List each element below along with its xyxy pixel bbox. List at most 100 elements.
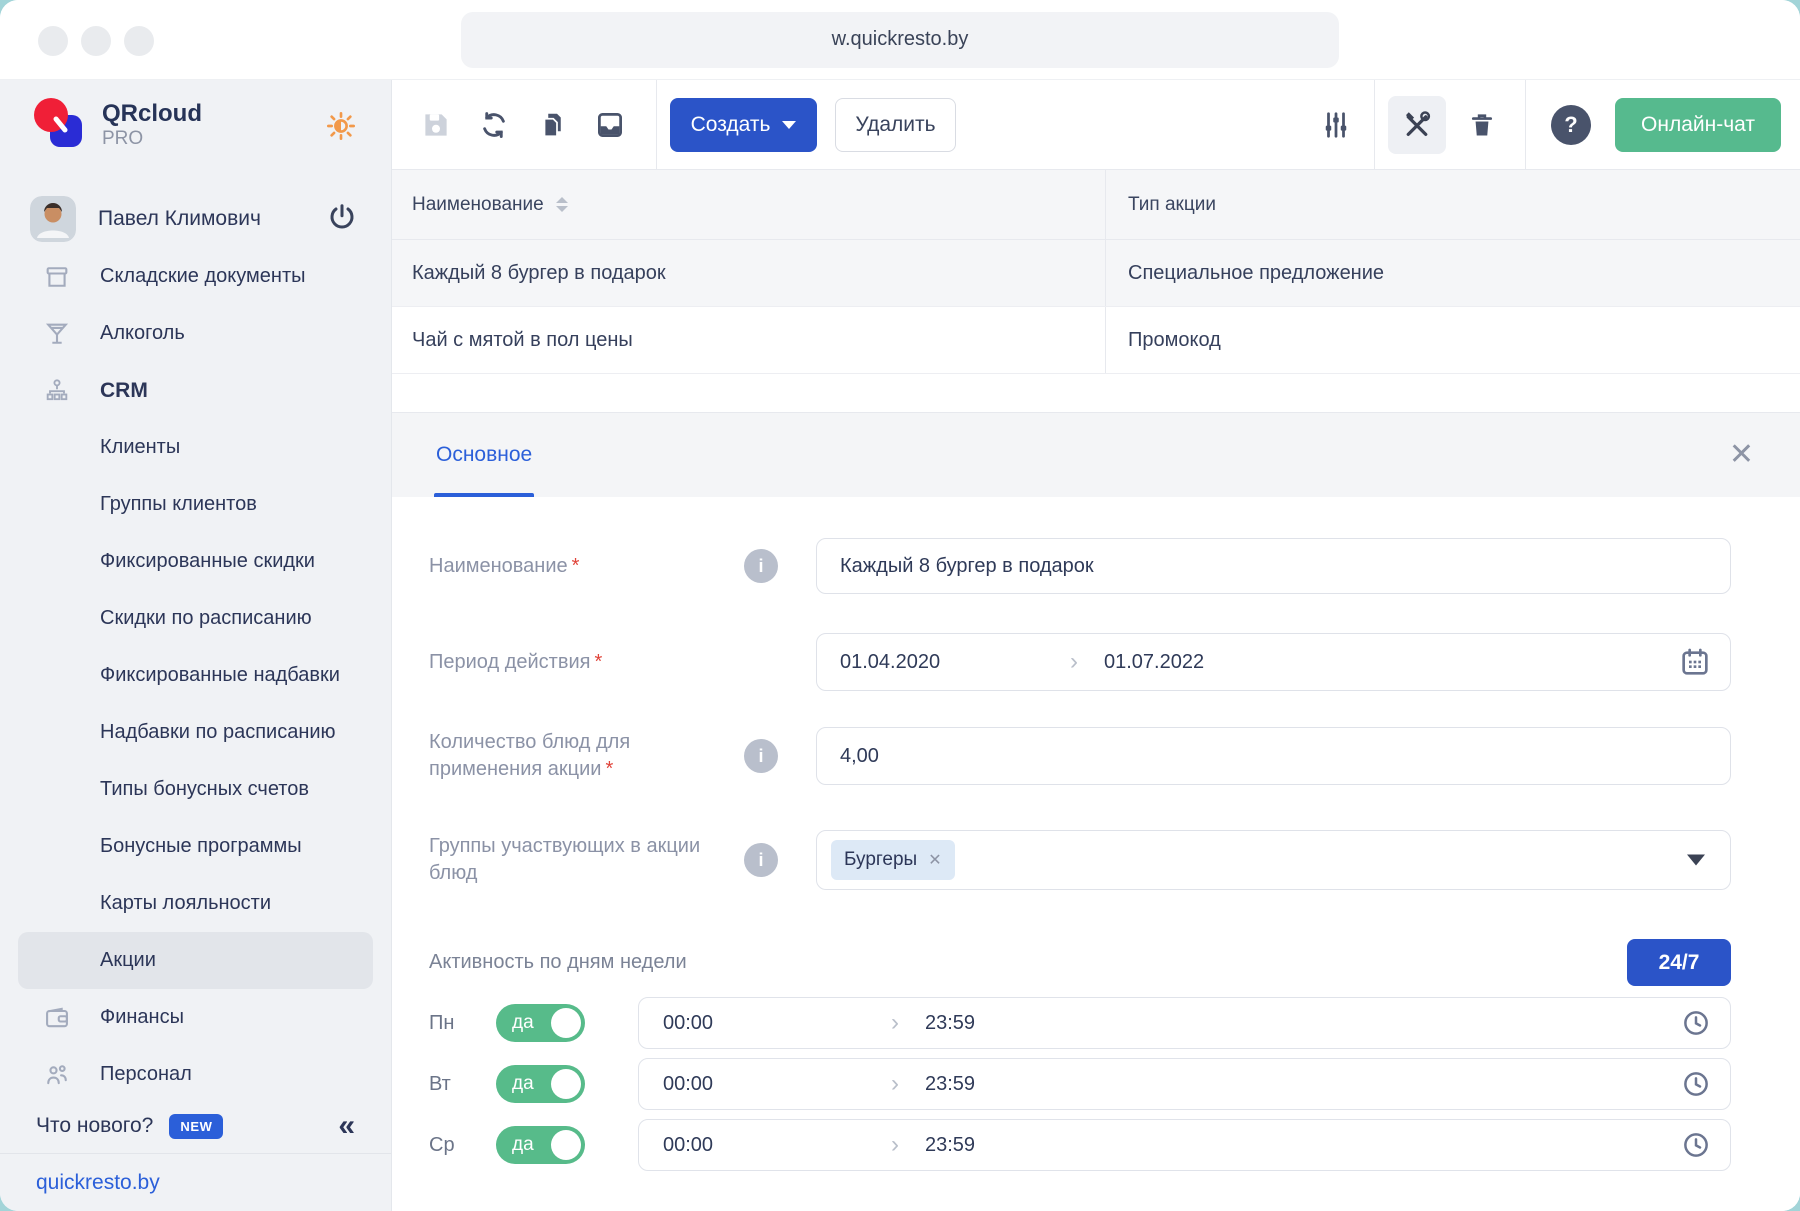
time-to[interactable]: 23:59 — [925, 1134, 975, 1157]
sidebar-item-finance[interactable]: Финансы — [0, 989, 391, 1046]
toggle-knob — [551, 1069, 581, 1099]
create-button[interactable]: Создать — [670, 98, 817, 152]
activity-section: Активность по дням недели 24/7 — [429, 939, 1731, 986]
column-header-name[interactable]: Наименование — [392, 170, 1105, 239]
info-icon[interactable]: i — [744, 549, 778, 583]
help-button[interactable]: ? — [1551, 105, 1591, 145]
chip-remove-icon[interactable]: ✕ — [928, 850, 941, 870]
sidebar-item-alcohol[interactable]: Алкоголь — [0, 305, 391, 362]
info-icon[interactable]: i — [744, 843, 778, 877]
sidebar-item-client-groups[interactable]: Группы клиентов — [0, 476, 391, 533]
address-url: w.quickresto.by — [832, 28, 969, 51]
window-controls[interactable] — [38, 26, 154, 56]
people-icon — [40, 1061, 74, 1089]
cell-type: Специальное предложение — [1128, 262, 1384, 285]
day-row-wednesday: Ср да 00:00 › 23:59 — [429, 1119, 1731, 1171]
trash-button[interactable] — [1453, 96, 1511, 154]
copy-icon — [537, 110, 567, 140]
sidebar-item-loyalty-cards[interactable]: Карты лояльности — [0, 875, 391, 932]
logout-power-icon[interactable] — [327, 202, 357, 237]
time-from[interactable]: 00:00 — [663, 1134, 891, 1157]
column-header-type[interactable]: Тип акции — [1105, 170, 1800, 239]
clock-icon[interactable] — [1681, 1069, 1711, 1099]
table-row[interactable]: Каждый 8 бургер в подарок Специальное пр… — [392, 240, 1800, 307]
qrcloud-logo-icon — [30, 95, 86, 156]
day-toggle[interactable]: да — [496, 1126, 585, 1164]
address-bar[interactable]: w.quickresto.by — [461, 12, 1339, 68]
window-maximize-button[interactable] — [124, 26, 154, 56]
brand-row: QRcloud PRO — [0, 80, 391, 170]
brightness-icon[interactable] — [325, 110, 357, 147]
time-to[interactable]: 23:59 — [925, 1012, 975, 1035]
day-label: Ср — [429, 1134, 496, 1157]
app-window: w.quickresto.by QRcloud PRO — [0, 0, 1800, 1211]
day-toggle[interactable]: да — [496, 1004, 585, 1042]
copy-button[interactable] — [523, 96, 581, 154]
site-link-row: quickresto.by — [0, 1153, 391, 1211]
cell-type: Промокод — [1128, 329, 1221, 352]
day-row-monday: Пн да 00:00 › 23:59 — [429, 997, 1731, 1049]
time-range-input[interactable]: 00:00 › 23:59 — [638, 1119, 1731, 1171]
time-from[interactable]: 00:00 — [663, 1012, 891, 1035]
refresh-icon — [479, 110, 509, 140]
toggle-knob — [551, 1008, 581, 1038]
sidebar-item-bonus-account-types[interactable]: Типы бонусных счетов — [0, 761, 391, 818]
tab-main[interactable]: Основное — [434, 413, 534, 497]
export-button[interactable] — [581, 96, 639, 154]
sidebar-item-fixed-markups[interactable]: Фиксированные надбавки — [0, 647, 391, 704]
sidebar-item-staff[interactable]: Персонал — [0, 1046, 391, 1099]
quantity-input[interactable]: 4,00 — [816, 727, 1731, 785]
table-row[interactable]: Чай с мятой в пол цены Промокод — [392, 307, 1800, 374]
martini-glass-icon — [40, 320, 74, 348]
time-from[interactable]: 00:00 — [663, 1073, 891, 1096]
badge-24-7-button[interactable]: 24/7 — [1627, 939, 1731, 986]
sidebar-item-clients[interactable]: Клиенты — [0, 419, 391, 476]
name-input[interactable]: Каждый 8 бургер в подарок — [816, 538, 1731, 594]
refresh-button[interactable] — [465, 96, 523, 154]
save-floppy-icon — [421, 110, 451, 140]
toolbar: Создать Удалить — [392, 80, 1800, 170]
user-row[interactable]: Павел Климович — [0, 194, 391, 244]
window-minimize-button[interactable] — [81, 26, 111, 56]
save-button[interactable] — [407, 96, 465, 154]
window-close-button[interactable] — [38, 26, 68, 56]
activity-label: Активность по дням недели — [429, 951, 687, 974]
sort-icon[interactable] — [556, 197, 568, 212]
sidebar-item-warehouse-docs[interactable]: Складские документы — [0, 248, 391, 305]
info-icon[interactable]: i — [744, 739, 778, 773]
groups-multiselect[interactable]: Бургеры ✕ — [816, 830, 1731, 890]
period-to[interactable]: 01.07.2022 — [1104, 651, 1204, 674]
dropdown-caret-icon[interactable] — [1687, 855, 1705, 866]
sidebar-item-promotions[interactable]: Акции — [18, 932, 373, 989]
time-range-input[interactable]: 00:00 › 23:59 — [638, 1058, 1731, 1110]
sidebar-item-schedule-discounts[interactable]: Скидки по расписанию — [0, 590, 391, 647]
clock-icon[interactable] — [1681, 1008, 1711, 1038]
chevron-right-icon: › — [1070, 650, 1078, 674]
sidebar-item-crm[interactable]: CRM — [0, 362, 391, 419]
delete-button[interactable]: Удалить — [835, 98, 956, 152]
collapse-sidebar-icon[interactable]: « — [338, 1111, 355, 1141]
time-to[interactable]: 23:59 — [925, 1073, 975, 1096]
promotion-form: Наименование* i Каждый 8 бургер в подаро… — [392, 497, 1800, 1211]
time-range-input[interactable]: 00:00 › 23:59 — [638, 997, 1731, 1049]
sidebar-item-bonus-programs[interactable]: Бонусные программы — [0, 818, 391, 875]
avatar — [30, 196, 76, 242]
close-icon[interactable]: ✕ — [1729, 440, 1754, 470]
toggle-knob — [551, 1130, 581, 1160]
clock-icon[interactable] — [1681, 1130, 1711, 1160]
day-toggle[interactable]: да — [496, 1065, 585, 1103]
filter-settings-button[interactable] — [1307, 96, 1365, 154]
period-input[interactable]: 01.04.2020 › 01.07.2022 — [816, 633, 1731, 691]
day-label: Пн — [429, 1012, 496, 1035]
sidebar-item-schedule-markups[interactable]: Надбавки по расписанию — [0, 704, 391, 761]
group-chip[interactable]: Бургеры ✕ — [831, 840, 955, 880]
site-link[interactable]: quickresto.by — [36, 1171, 160, 1195]
whats-new-row[interactable]: Что нового? NEW « — [0, 1099, 391, 1153]
brand-plan: PRO — [102, 127, 202, 150]
online-chat-button[interactable]: Онлайн-чат — [1615, 98, 1781, 152]
period-from[interactable]: 01.04.2020 — [840, 651, 1070, 674]
tools-button[interactable] — [1388, 96, 1446, 154]
sidebar-item-fixed-discounts[interactable]: Фиксированные скидки — [0, 533, 391, 590]
calendar-icon[interactable] — [1679, 646, 1711, 678]
quantity-field-label: Количество блюд для применения акции* — [429, 729, 729, 783]
